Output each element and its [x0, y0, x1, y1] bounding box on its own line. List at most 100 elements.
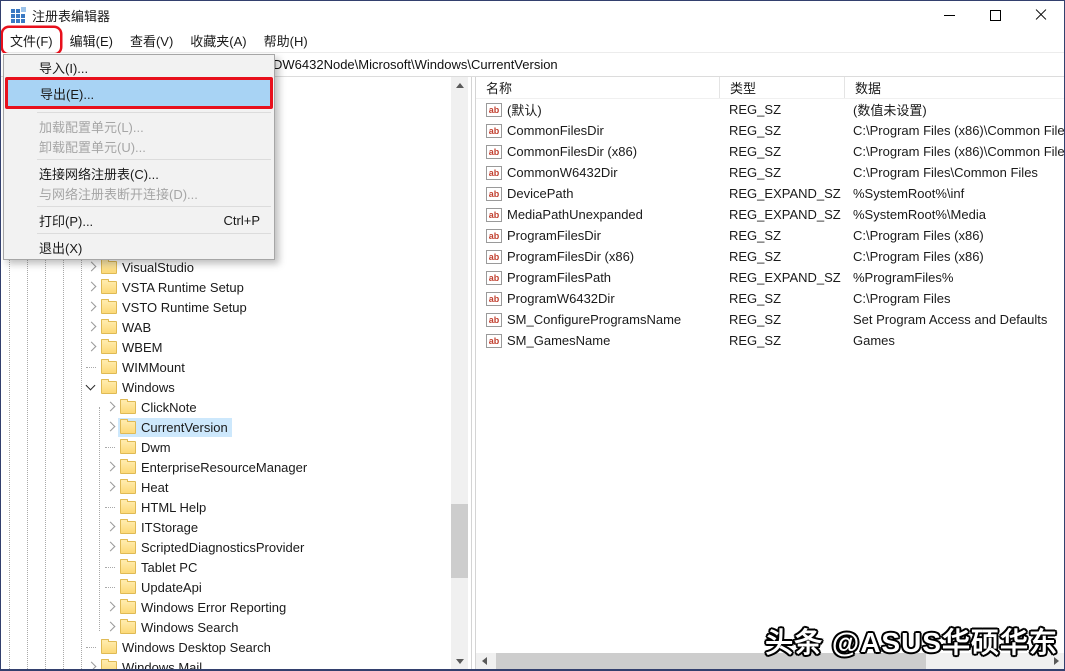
chevron-down-icon[interactable]	[85, 381, 97, 393]
menu-edit[interactable]: 编辑(E)	[63, 28, 120, 53]
tree-item-wbem[interactable]: WBEM	[1, 337, 451, 357]
tree-node[interactable]: ITStorage	[118, 518, 202, 537]
chevron-right-icon[interactable]	[85, 301, 97, 313]
value-row-mediapathunexpanded[interactable]: abMediaPathUnexpandedREG_EXPAND_SZ%Syste…	[476, 204, 1064, 225]
tree-item-windows-desktop-search[interactable]: Windows Desktop Search	[1, 637, 451, 657]
menu-item-connect[interactable]: 连接网络注册表(C)...	[4, 163, 274, 183]
chevron-right-icon[interactable]	[85, 281, 97, 293]
tree-node[interactable]: Windows Error Reporting	[118, 598, 290, 617]
tree-item-updateapi[interactable]: UpdateApi	[1, 577, 451, 597]
tree-node[interactable]: VSTA Runtime Setup	[99, 278, 248, 297]
chevron-right-icon[interactable]	[85, 261, 97, 273]
chevron-right-icon[interactable]	[104, 621, 116, 633]
value-row-programfilesdir-x86[interactable]: abProgramFilesDir (x86)REG_SZC:\Program …	[476, 246, 1064, 267]
tree-connector	[104, 581, 116, 593]
tree-item-vsta-runtime-setup[interactable]: VSTA Runtime Setup	[1, 277, 451, 297]
maximize-button[interactable]	[972, 1, 1018, 29]
menu-item-exit[interactable]: 退出(X)	[4, 237, 274, 257]
scroll-down-button[interactable]	[451, 653, 468, 669]
tree-item-wimmount[interactable]: WIMMount	[1, 357, 451, 377]
tree-node[interactable]: WAB	[99, 318, 155, 337]
tree-item-itstorage[interactable]: ITStorage	[1, 517, 451, 537]
tree-node[interactable]: Windows Desktop Search	[99, 638, 275, 657]
tree-item-windows-search[interactable]: Windows Search	[1, 617, 451, 637]
menu-favorites[interactable]: 收藏夹(A)	[183, 28, 253, 53]
value-row-programw6432dir[interactable]: abProgramW6432DirREG_SZC:\Program Files	[476, 288, 1064, 309]
tree-item-currentversion[interactable]: CurrentVersion	[1, 417, 451, 437]
tree-node[interactable]: HTML Help	[118, 498, 210, 517]
column-header-type[interactable]: 类型	[720, 77, 845, 98]
chevron-right-icon[interactable]	[104, 401, 116, 413]
value-row-devicepath[interactable]: abDevicePathREG_EXPAND_SZ%SystemRoot%\in…	[476, 183, 1064, 204]
value-row-commonfilesdir[interactable]: abCommonFilesDirREG_SZC:\Program Files (…	[476, 120, 1064, 141]
tree-item-windows[interactable]: Windows	[1, 377, 451, 397]
tree-node[interactable]: ClickNote	[118, 398, 201, 417]
tree-node[interactable]: Dwm	[118, 438, 175, 457]
tree-item-dwm[interactable]: Dwm	[1, 437, 451, 457]
tree-item-tablet-pc[interactable]: Tablet PC	[1, 557, 451, 577]
tree-node[interactable]: Windows Search	[118, 618, 243, 637]
tree-node[interactable]: UpdateApi	[118, 578, 206, 597]
tree-node[interactable]: EnterpriseResourceManager	[118, 458, 311, 477]
menu-item-import[interactable]: 导入(I)...	[4, 57, 274, 77]
tree-item-windows-mail[interactable]: Windows Mail	[1, 657, 451, 669]
value-row-commonfilesdir-x86[interactable]: abCommonFilesDir (x86)REG_SZC:\Program F…	[476, 141, 1064, 162]
menu-help[interactable]: 帮助(H)	[257, 28, 315, 53]
tree-item-html-help[interactable]: HTML Help	[1, 497, 451, 517]
tree-node[interactable]: VisualStudio	[99, 258, 198, 277]
chevron-right-icon[interactable]	[85, 321, 97, 333]
chevron-right-icon[interactable]	[104, 521, 116, 533]
minimize-button[interactable]	[926, 1, 972, 29]
tree-item-scripteddiagnosticsprovider[interactable]: ScriptedDiagnosticsProvider	[1, 537, 451, 557]
tree-item-enterpriseresourcemanager[interactable]: EnterpriseResourceManager	[1, 457, 451, 477]
tree-node[interactable]: Heat	[118, 478, 172, 497]
tree-vertical-scrollbar[interactable]	[451, 77, 468, 669]
tree-node[interactable]: Tablet PC	[118, 558, 201, 577]
chevron-right-icon[interactable]	[104, 601, 116, 613]
menu-file[interactable]: 文件(F)	[3, 28, 60, 53]
registry-editor-window: 注册表编辑器 文件(F)编辑(E)查看(V)收藏夹(A)帮助(H) DW6432…	[0, 0, 1065, 671]
scrollbar-thumb[interactable]	[451, 504, 468, 578]
chevron-right-icon[interactable]	[104, 421, 116, 433]
menu-view[interactable]: 查看(V)	[123, 28, 180, 53]
tree-item-visualstudio[interactable]: VisualStudio	[1, 257, 451, 277]
tree-item-vsto-runtime-setup[interactable]: VSTO Runtime Setup	[1, 297, 451, 317]
value-row-默认[interactable]: ab(默认)REG_SZ(数值未设置)	[476, 99, 1064, 120]
string-value-icon: ab	[486, 124, 502, 138]
tree-items: VisualStudioVSTA Runtime SetupVSTO Runti…	[1, 257, 451, 669]
tree-item-clicknote[interactable]: ClickNote	[1, 397, 451, 417]
value-row-programfilesdir[interactable]: abProgramFilesDirREG_SZC:\Program Files …	[476, 225, 1064, 246]
value-type: REG_SZ	[719, 330, 843, 351]
tree-item-label: WIMMount	[122, 360, 185, 375]
value-type: REG_EXPAND_SZ	[719, 183, 843, 204]
column-header-name[interactable]: 名称	[476, 77, 720, 98]
value-row-sm-configureprogramsname[interactable]: abSM_ConfigureProgramsNameREG_SZSet Prog…	[476, 309, 1064, 330]
scroll-up-button[interactable]	[451, 77, 468, 93]
tree-node[interactable]: WIMMount	[99, 358, 189, 377]
tree-node[interactable]: WBEM	[99, 338, 166, 357]
value-data: Games	[843, 330, 1064, 351]
tree-item-heat[interactable]: Heat	[1, 477, 451, 497]
chevron-right-icon[interactable]	[85, 661, 97, 669]
tree-item-windows-error-reporting[interactable]: Windows Error Reporting	[1, 597, 451, 617]
value-row-sm-gamesname[interactable]: abSM_GamesNameREG_SZGames	[476, 330, 1064, 351]
scroll-left-button[interactable]	[476, 653, 492, 669]
tree-node[interactable]: CurrentVersion	[118, 418, 232, 437]
chevron-right-icon[interactable]	[85, 341, 97, 353]
chevron-right-icon[interactable]	[104, 481, 116, 493]
tree-node[interactable]: ScriptedDiagnosticsProvider	[118, 538, 308, 557]
value-name-cell: abMediaPathUnexpanded	[476, 204, 719, 225]
menu-item-export[interactable]: 导出(E)...	[5, 77, 273, 109]
menu-item-print[interactable]: 打印(P)...Ctrl+P	[4, 210, 274, 230]
tree-node[interactable]: Windows Mail	[99, 658, 206, 670]
value-row-commonw6432dir[interactable]: abCommonW6432DirREG_SZC:\Program Files\C…	[476, 162, 1064, 183]
close-button[interactable]	[1018, 1, 1064, 29]
tree-node[interactable]: Windows	[99, 378, 179, 397]
tree-node[interactable]: VSTO Runtime Setup	[99, 298, 251, 317]
column-header-data[interactable]: 数据	[845, 77, 1064, 98]
chevron-right-icon[interactable]	[104, 541, 116, 553]
chevron-right-icon[interactable]	[104, 461, 116, 473]
tree-item-wab[interactable]: WAB	[1, 317, 451, 337]
value-row-programfilespath[interactable]: abProgramFilesPathREG_EXPAND_SZ%ProgramF…	[476, 267, 1064, 288]
value-type: REG_EXPAND_SZ	[719, 204, 843, 225]
